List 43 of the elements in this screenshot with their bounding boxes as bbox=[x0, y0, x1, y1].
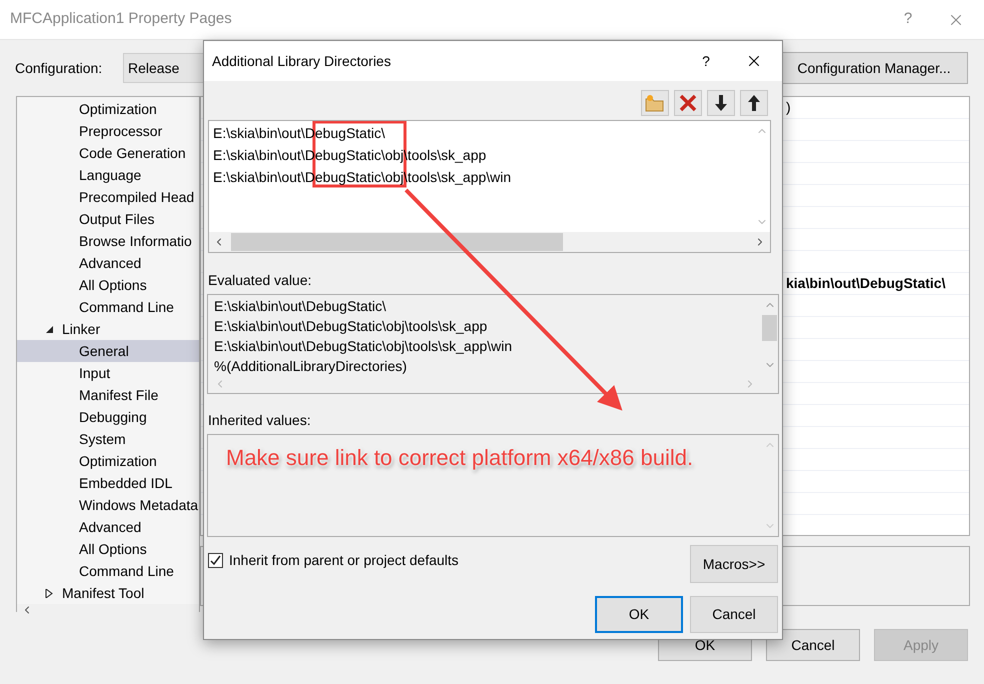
property-value: kia\bin\out\DebugStatic\ bbox=[786, 274, 946, 293]
macros-button[interactable]: Macros>> bbox=[690, 545, 778, 583]
tree-item[interactable]: All Options bbox=[17, 274, 199, 296]
evaluated-line: E:\skia\bin\out\DebugStatic\ bbox=[214, 296, 387, 316]
tree-item[interactable]: Optimization bbox=[17, 98, 199, 120]
tree-item[interactable]: All Options bbox=[17, 538, 199, 560]
dialog-button[interactable]: Cancel bbox=[766, 629, 860, 661]
tree-item[interactable]: Language bbox=[17, 164, 199, 186]
configuration-manager-button[interactable]: Configuration Manager... bbox=[780, 52, 968, 84]
tree-item[interactable]: Optimization bbox=[17, 450, 199, 472]
dialog-button[interactable]: Cancel bbox=[690, 596, 778, 633]
tree-item[interactable]: Code Generation bbox=[17, 142, 199, 164]
tree-node[interactable]: Linker bbox=[17, 318, 199, 340]
tree-item[interactable]: General bbox=[17, 340, 199, 362]
tree-item[interactable]: Debugging bbox=[17, 406, 199, 428]
property-value: ) bbox=[786, 98, 791, 117]
tree-item[interactable]: Preprocessor bbox=[17, 120, 199, 142]
evaluated-line: %(AdditionalLibraryDirectories) bbox=[214, 356, 408, 375]
tree-item[interactable]: Advanced bbox=[17, 252, 199, 274]
window-title: MFCApplication1 Property Pages bbox=[10, 9, 233, 30]
tree-item[interactable]: Precompiled Head bbox=[17, 186, 199, 208]
tree-item[interactable]: Manifest File bbox=[17, 384, 199, 406]
tree-item[interactable]: Windows Metadata bbox=[17, 494, 199, 516]
inherited-values-label: Inherited values: bbox=[208, 411, 312, 430]
configuration-label: Configuration: bbox=[15, 58, 104, 78]
tree-item[interactable]: Output Files bbox=[17, 208, 199, 230]
inherit-checkbox[interactable]: Inherit from parent or project defaults bbox=[208, 545, 459, 575]
evaluated-line: E:\skia\bin\out\DebugStatic\obj\tools\sk_app bbox=[214, 316, 488, 336]
help-button[interactable]: ? bbox=[888, 8, 928, 31]
help-button[interactable]: ? bbox=[686, 50, 726, 72]
tree-item[interactable]: Advanced bbox=[17, 516, 199, 538]
tree-item[interactable]: System bbox=[17, 428, 199, 450]
tree-node[interactable]: Manifest Tool bbox=[17, 582, 199, 604]
evaluated-line: E:\skia\bin\out\DebugStatic\obj\tools\sk_app\win bbox=[214, 336, 514, 356]
tree-item[interactable]: Browse Informatio bbox=[17, 230, 199, 252]
tree-item[interactable]: Embedded IDL bbox=[17, 472, 199, 494]
dialog-title: Additional Library Directories bbox=[212, 52, 392, 71]
dialog-button[interactable]: OK bbox=[595, 596, 683, 633]
annotation-text: Make sure link to correct platform x64/x86 build. bbox=[226, 444, 694, 472]
tree-item[interactable]: Input bbox=[17, 362, 199, 384]
evaluated-value-label: Evaluated value: bbox=[208, 271, 313, 290]
tree-item[interactable]: Command Line bbox=[17, 296, 199, 318]
tree-item[interactable]: Command Line bbox=[17, 560, 199, 582]
